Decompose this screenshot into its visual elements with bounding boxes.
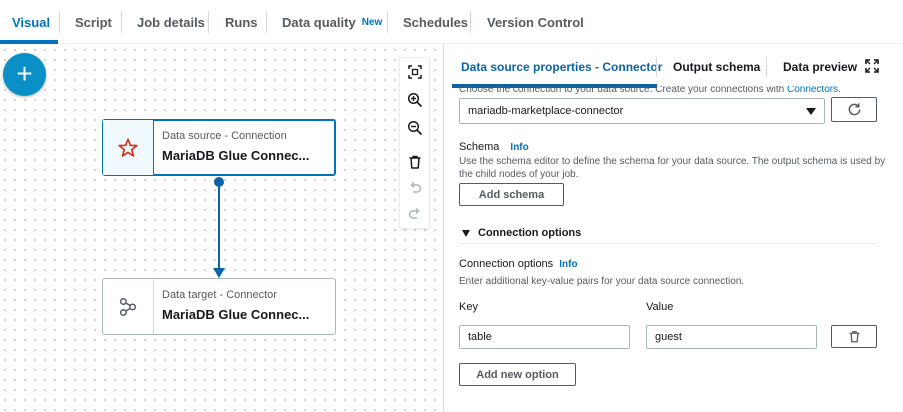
edge-connector — [218, 181, 220, 271]
tab-job-details[interactable]: Job details — [137, 0, 205, 44]
connection-options-info-link[interactable]: Info — [559, 259, 577, 270]
schema-label: Schema — [459, 141, 500, 153]
tab-output-schema-label: Output schema — [673, 59, 761, 74]
tab-separator — [387, 11, 388, 33]
target-node[interactable]: Data target - Connector MariaDB Glue Con… — [102, 278, 336, 335]
tab-visual-label: Visual — [12, 14, 51, 30]
schema-description: Use the schema editor to define the sche… — [459, 156, 886, 180]
key-column-label: Key — [459, 301, 478, 313]
tab-data-preview-label: Data preview — [783, 59, 858, 74]
connection-select-value: mariadb-marketplace-connector — [468, 105, 624, 117]
star-icon — [118, 137, 138, 157]
tab-data-source-properties[interactable]: Data source properties - Connector — [461, 45, 662, 88]
connection-options-label: Connection options — [459, 258, 554, 270]
tab-separator — [266, 11, 267, 33]
add-new-option-button[interactable]: Add new option — [459, 363, 576, 386]
add-schema-button[interactable]: Add schema — [459, 183, 564, 206]
connection-select[interactable]: mariadb-marketplace-connector — [459, 98, 825, 124]
source-node-name: MariaDB Glue Connec... — [162, 148, 310, 163]
tab-separator — [208, 11, 209, 33]
panel-tab-separator — [766, 57, 767, 77]
connection-description-cutoff: Choose the connection to your data sourc… — [459, 86, 899, 94]
tab-output-schema[interactable]: Output schema — [673, 45, 760, 88]
source-node-type: Data source - Connection — [162, 130, 287, 142]
panel-tabs: Data source properties - Connector Outpu… — [444, 45, 903, 88]
target-node-type: Data target - Connector — [162, 289, 277, 301]
connection-options-section-toggle[interactable]: Connection options — [462, 227, 581, 239]
connection-options-section-title: Connection options — [478, 227, 582, 239]
canvas-toolbar — [399, 57, 430, 229]
tab-version-control-label: Version Control — [487, 14, 584, 30]
edge-arrowhead — [213, 268, 225, 278]
zoom-in-icon[interactable] — [407, 92, 423, 108]
option-key-value: table — [468, 331, 492, 343]
tab-runs-label: Runs — [225, 14, 258, 30]
source-node-icon-area — [103, 120, 154, 175]
new-badge: New — [361, 16, 383, 28]
target-node-name: MariaDB Glue Connec... — [162, 307, 310, 322]
node-properties-panel: Data source properties - Connector Outpu… — [444, 45, 903, 412]
tab-data-quality-label: Data quality — [282, 14, 356, 30]
undo-icon[interactable] — [407, 180, 423, 196]
connector-nodes-icon — [119, 297, 137, 316]
tab-schedules-label: Schedules — [403, 14, 469, 30]
tab-script-label: Script — [75, 14, 112, 30]
connection-options-description: Enter additional key-value pairs for you… — [459, 276, 745, 287]
tab-schedules[interactable]: Schedules — [403, 0, 468, 44]
tab-job-details-label: Job details — [137, 14, 205, 30]
tab-script[interactable]: Script — [75, 0, 112, 44]
schema-info-link[interactable]: Info — [510, 142, 528, 153]
expand-icon[interactable] — [865, 59, 879, 73]
option-value-input[interactable]: guest — [646, 325, 817, 349]
redo-icon[interactable] — [407, 206, 423, 222]
delete-icon[interactable] — [407, 154, 423, 170]
tab-runs[interactable]: Runs — [225, 0, 258, 44]
caret-down-icon — [806, 108, 816, 115]
fit-to-screen-icon[interactable] — [407, 64, 423, 80]
refresh-button[interactable] — [831, 97, 877, 122]
add-node-button[interactable]: + — [3, 53, 46, 96]
value-column-label: Value — [646, 301, 674, 313]
job-editor-tabs: Visual Script Job details Runs Data qual… — [0, 0, 903, 44]
trash-icon — [849, 330, 859, 343]
tab-separator — [121, 11, 122, 33]
tab-separator — [470, 11, 471, 33]
zoom-out-icon[interactable] — [407, 120, 423, 136]
tab-data-source-properties-label: Data source properties - Connector — [461, 59, 663, 74]
tab-data-quality[interactable]: Data quality New — [282, 0, 382, 44]
target-node-icon-area — [103, 279, 154, 334]
refresh-icon — [848, 103, 860, 116]
tab-separator — [59, 11, 60, 33]
option-key-input[interactable]: table — [459, 325, 630, 349]
tab-version-control[interactable]: Version Control — [487, 0, 584, 44]
panel-tab-separator — [656, 57, 657, 77]
option-value-value: guest — [655, 331, 682, 343]
active-tab-indicator — [0, 40, 58, 44]
connection-options-heading: Connection options Info — [459, 258, 578, 270]
visual-canvas[interactable]: + Data source - Connection MariaDB Glue … — [0, 45, 443, 412]
connectors-link[interactable]: Connectors. — [787, 86, 841, 94]
source-node[interactable]: Data source - Connection MariaDB Glue Co… — [102, 119, 336, 176]
section-divider — [459, 243, 877, 244]
schema-heading: Schema Info — [459, 141, 529, 153]
caret-down-icon — [462, 229, 470, 237]
tab-data-preview[interactable]: Data preview — [783, 45, 857, 88]
remove-option-button[interactable] — [831, 325, 877, 348]
connection-description-text: Choose the connection to your data sourc… — [459, 86, 787, 94]
tab-visual[interactable]: Visual — [12, 0, 50, 44]
edge-start-dot[interactable] — [214, 177, 224, 187]
